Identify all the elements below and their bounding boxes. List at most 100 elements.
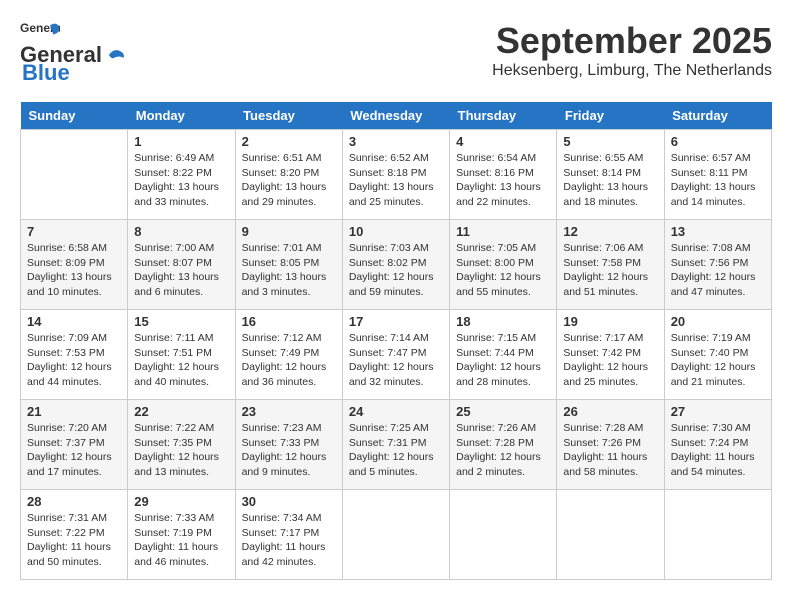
day-info: Sunrise: 7:20 AMSunset: 7:37 PMDaylight:… (27, 421, 121, 480)
day-number: 16 (242, 314, 336, 329)
calendar-cell: 21 Sunrise: 7:20 AMSunset: 7:37 PMDayligh… (21, 400, 128, 490)
calendar-cell: 20 Sunrise: 7:19 AMSunset: 7:40 PMDayligh… (664, 310, 771, 400)
column-header-tuesday: Tuesday (235, 102, 342, 130)
calendar-cell: 1Sunrise: 6:49 AMSunset: 8:22 PMDaylight… (128, 130, 235, 220)
column-header-thursday: Thursday (450, 102, 557, 130)
logo: General General Blue (20, 20, 125, 86)
calendar-cell: 23 Sunrise: 7:23 AMSunset: 7:33 PMDayligh… (235, 400, 342, 490)
calendar-cell: 18 Sunrise: 7:15 AMSunset: 7:44 PMDayligh… (450, 310, 557, 400)
day-info: Sunrise: 7:28 AMSunset: 7:26 PMDaylight:… (563, 421, 657, 480)
day-number: 24 (349, 404, 443, 419)
calendar-cell: 3Sunrise: 6:52 AMSunset: 8:18 PMDaylight… (342, 130, 449, 220)
day-number: 7 (27, 224, 121, 239)
day-info: Sunrise: 7:15 AMSunset: 7:44 PMDaylight:… (456, 331, 550, 390)
day-number: 10 (349, 224, 443, 239)
month-title: September 2025 (492, 20, 772, 62)
calendar-cell (21, 130, 128, 220)
day-number: 20 (671, 314, 765, 329)
column-header-wednesday: Wednesday (342, 102, 449, 130)
day-info: Sunrise: 7:19 AMSunset: 7:40 PMDaylight:… (671, 331, 765, 390)
day-number: 21 (27, 404, 121, 419)
day-number: 29 (134, 494, 228, 509)
calendar-cell: 28Sunrise: 7:31 AMSunset: 7:22 PMDayligh… (21, 490, 128, 580)
day-number: 1 (134, 134, 228, 149)
calendar-cell: 14 Sunrise: 7:09 AMSunset: 7:53 PMDayligh… (21, 310, 128, 400)
title-block: September 2025 Heksenberg, Limburg, The … (492, 20, 772, 80)
day-number: 28 (27, 494, 121, 509)
calendar-cell (664, 490, 771, 580)
day-number: 4 (456, 134, 550, 149)
column-header-friday: Friday (557, 102, 664, 130)
logo-bird-icon (103, 44, 125, 66)
day-number: 15 (134, 314, 228, 329)
day-info: Sunrise: 6:58 AMSunset: 8:09 PMDaylight:… (27, 241, 121, 300)
calendar-header-row: SundayMondayTuesdayWednesdayThursdayFrid… (21, 102, 772, 130)
day-info: Sunrise: 6:55 AMSunset: 8:14 PMDaylight:… (563, 151, 657, 210)
logo-text-blue: Blue (22, 60, 70, 86)
day-number: 6 (671, 134, 765, 149)
day-number: 26 (563, 404, 657, 419)
calendar-cell: 13Sunrise: 7:08 AMSunset: 7:56 PMDayligh… (664, 220, 771, 310)
day-info: Sunrise: 7:23 AMSunset: 7:33 PMDaylight:… (242, 421, 336, 480)
day-info: Sunrise: 7:09 AMSunset: 7:53 PMDaylight:… (27, 331, 121, 390)
week-row-4: 21 Sunrise: 7:20 AMSunset: 7:37 PMDayligh… (21, 400, 772, 490)
day-info: Sunrise: 7:30 AMSunset: 7:24 PMDaylight:… (671, 421, 765, 480)
day-number: 9 (242, 224, 336, 239)
day-number: 13 (671, 224, 765, 239)
day-number: 5 (563, 134, 657, 149)
day-info: Sunrise: 7:06 AMSunset: 7:58 PMDaylight:… (563, 241, 657, 300)
calendar-cell: 8Sunrise: 7:00 AMSunset: 8:07 PMDaylight… (128, 220, 235, 310)
calendar-cell: 27 Sunrise: 7:30 AMSunset: 7:24 PMDayligh… (664, 400, 771, 490)
day-info: Sunrise: 7:22 AMSunset: 7:35 PMDaylight:… (134, 421, 228, 480)
calendar-cell: 15 Sunrise: 7:11 AMSunset: 7:51 PMDayligh… (128, 310, 235, 400)
day-number: 23 (242, 404, 336, 419)
week-row-3: 14 Sunrise: 7:09 AMSunset: 7:53 PMDayligh… (21, 310, 772, 400)
day-info: Sunrise: 7:33 AMSunset: 7:19 PMDaylight:… (134, 511, 228, 570)
day-number: 18 (456, 314, 550, 329)
calendar-cell: 29 Sunrise: 7:33 AMSunset: 7:19 PMDayligh… (128, 490, 235, 580)
day-info: Sunrise: 7:25 AMSunset: 7:31 PMDaylight:… (349, 421, 443, 480)
calendar-cell: 22 Sunrise: 7:22 AMSunset: 7:35 PMDayligh… (128, 400, 235, 490)
calendar-cell: 12Sunrise: 7:06 AMSunset: 7:58 PMDayligh… (557, 220, 664, 310)
day-info: Sunrise: 7:12 AMSunset: 7:49 PMDaylight:… (242, 331, 336, 390)
day-info: Sunrise: 7:14 AMSunset: 7:47 PMDaylight:… (349, 331, 443, 390)
calendar-cell: 26 Sunrise: 7:28 AMSunset: 7:26 PMDayligh… (557, 400, 664, 490)
column-header-monday: Monday (128, 102, 235, 130)
day-info: Sunrise: 6:51 AMSunset: 8:20 PMDaylight:… (242, 151, 336, 210)
calendar-cell: 5 Sunrise: 6:55 AMSunset: 8:14 PMDaylight… (557, 130, 664, 220)
week-row-1: 1Sunrise: 6:49 AMSunset: 8:22 PMDaylight… (21, 130, 772, 220)
calendar-cell: 6 Sunrise: 6:57 AMSunset: 8:11 PMDaylight… (664, 130, 771, 220)
calendar-cell: 4 Sunrise: 6:54 AMSunset: 8:16 PMDaylight… (450, 130, 557, 220)
calendar-cell: 30Sunrise: 7:34 AMSunset: 7:17 PMDayligh… (235, 490, 342, 580)
day-info: Sunrise: 7:11 AMSunset: 7:51 PMDaylight:… (134, 331, 228, 390)
calendar-table: SundayMondayTuesdayWednesdayThursdayFrid… (20, 102, 772, 580)
calendar-cell (557, 490, 664, 580)
week-row-2: 7 Sunrise: 6:58 AMSunset: 8:09 PMDaylight… (21, 220, 772, 310)
day-number: 22 (134, 404, 228, 419)
day-number: 14 (27, 314, 121, 329)
logo-icon: General (20, 20, 60, 40)
calendar-cell: 11Sunrise: 7:05 AMSunset: 8:00 PMDayligh… (450, 220, 557, 310)
day-info: Sunrise: 6:52 AMSunset: 8:18 PMDaylight:… (349, 151, 443, 210)
day-number: 27 (671, 404, 765, 419)
day-info: Sunrise: 7:17 AMSunset: 7:42 PMDaylight:… (563, 331, 657, 390)
day-number: 30 (242, 494, 336, 509)
day-info: Sunrise: 7:26 AMSunset: 7:28 PMDaylight:… (456, 421, 550, 480)
day-info: Sunrise: 7:03 AMSunset: 8:02 PMDaylight:… (349, 241, 443, 300)
calendar-cell: 24 Sunrise: 7:25 AMSunset: 7:31 PMDayligh… (342, 400, 449, 490)
calendar-cell: 9Sunrise: 7:01 AMSunset: 8:05 PMDaylight… (235, 220, 342, 310)
day-number: 19 (563, 314, 657, 329)
day-info: Sunrise: 7:00 AMSunset: 8:07 PMDaylight:… (134, 241, 228, 300)
page-header: General General Blue September 2025 Heks… (20, 20, 772, 86)
calendar-cell: 7 Sunrise: 6:58 AMSunset: 8:09 PMDaylight… (21, 220, 128, 310)
location-title: Heksenberg, Limburg, The Netherlands (492, 62, 772, 80)
calendar-cell (342, 490, 449, 580)
calendar-cell: 25 Sunrise: 7:26 AMSunset: 7:28 PMDayligh… (450, 400, 557, 490)
day-info: Sunrise: 6:57 AMSunset: 8:11 PMDaylight:… (671, 151, 765, 210)
day-number: 2 (242, 134, 336, 149)
column-header-sunday: Sunday (21, 102, 128, 130)
calendar-cell: 2 Sunrise: 6:51 AMSunset: 8:20 PMDaylight… (235, 130, 342, 220)
column-header-saturday: Saturday (664, 102, 771, 130)
day-info: Sunrise: 6:54 AMSunset: 8:16 PMDaylight:… (456, 151, 550, 210)
day-number: 25 (456, 404, 550, 419)
